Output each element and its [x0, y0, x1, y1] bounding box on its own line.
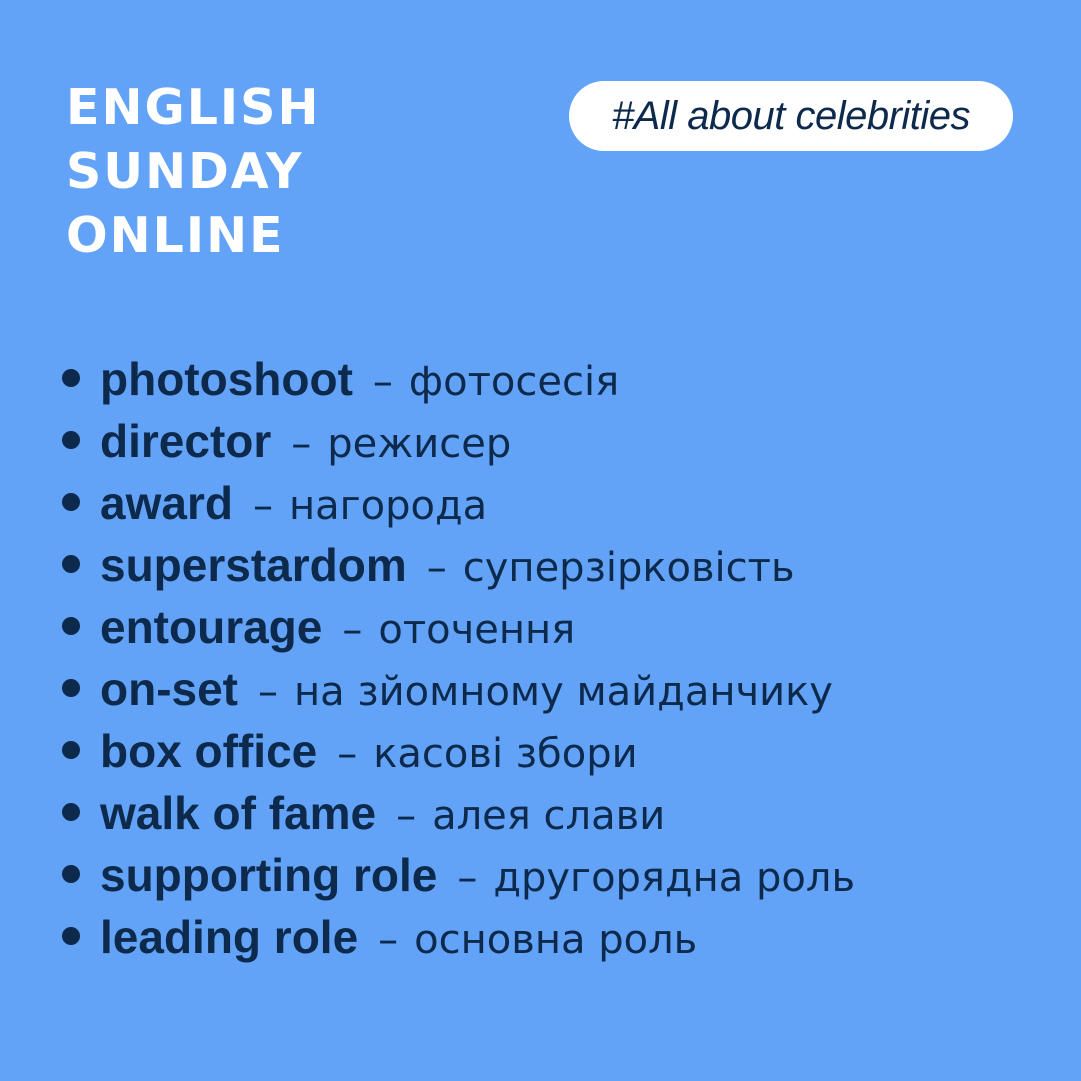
vocabulary-item: entourage – оточення: [62, 596, 855, 658]
bullet-icon: [62, 679, 80, 697]
vocabulary-translation: суперзірковість: [462, 545, 795, 591]
vocabulary-term: leading role: [100, 911, 359, 963]
vocabulary-item: photoshoot – фотосесія: [62, 348, 855, 410]
bullet-icon: [62, 927, 80, 945]
bullet-icon: [62, 431, 80, 449]
dash-separator: –: [291, 421, 312, 467]
vocabulary-item: leading role – основна роль: [62, 906, 855, 968]
dash-separator: –: [252, 483, 273, 529]
vocabulary-translation: режисер: [327, 421, 512, 467]
dash-separator: –: [342, 607, 363, 653]
vocabulary-item: supporting role – другорядна роль: [62, 844, 855, 906]
vocabulary-term: photoshoot: [100, 353, 353, 405]
vocabulary-term: on-set: [100, 663, 238, 715]
vocabulary-translation: касові збори: [373, 731, 638, 777]
hashtag-pill: #All about celebrities: [569, 81, 1013, 151]
dash-separator: –: [426, 545, 447, 591]
bullet-icon: [62, 493, 80, 511]
vocabulary-item: box office – касові збори: [62, 720, 855, 782]
dash-separator: –: [258, 669, 278, 715]
vocabulary-term: entourage: [100, 601, 323, 653]
dash-separator: –: [337, 731, 358, 777]
vocabulary-translation: алея слави: [432, 793, 666, 839]
vocabulary-translation: другорядна роль: [493, 855, 856, 901]
brand-line: SUNDAY: [66, 143, 304, 200]
brand-logo: ENGLISH SUNDAY ONLINE: [66, 76, 320, 268]
hashtag-text: #All about celebrities: [611, 93, 971, 138]
vocabulary-translation: основна роль: [414, 917, 698, 963]
brand-line: ONLINE: [66, 207, 285, 264]
vocabulary-item: award – нагорода: [62, 472, 855, 534]
dash-separator: –: [378, 917, 399, 963]
bullet-icon: [62, 617, 80, 635]
dash-separator: –: [372, 359, 393, 405]
brand-line: ENGLISH: [66, 79, 321, 136]
bullet-icon: [62, 555, 80, 573]
vocabulary-term: box office: [100, 725, 318, 777]
vocabulary-translation: нагорода: [288, 483, 488, 529]
vocabulary-item: walk of fame – алея слави: [62, 782, 855, 844]
vocabulary-term: director: [100, 415, 272, 467]
vocabulary-term: award: [100, 477, 233, 529]
vocabulary-term: superstardom: [100, 539, 407, 591]
vocabulary-term: supporting role: [100, 849, 438, 901]
vocabulary-item: director – режисер: [62, 410, 855, 472]
bullet-icon: [62, 369, 80, 387]
vocabulary-item: superstardom – суперзірковість: [62, 534, 855, 596]
bullet-icon: [62, 865, 80, 883]
vocabulary-term: walk of fame: [100, 787, 377, 839]
vocabulary-translation: на зйомному майданчику: [294, 669, 833, 715]
vocabulary-translation: фотосесія: [408, 359, 620, 405]
dash-separator: –: [457, 855, 478, 901]
vocabulary-translation: оточення: [378, 607, 576, 653]
vocabulary-item: on-set – на зйомному майданчику: [62, 658, 855, 720]
bullet-icon: [62, 803, 80, 821]
dash-separator: –: [396, 793, 417, 839]
vocabulary-list: photoshoot – фотосесія director – режисе…: [62, 348, 855, 968]
bullet-icon: [62, 741, 80, 759]
